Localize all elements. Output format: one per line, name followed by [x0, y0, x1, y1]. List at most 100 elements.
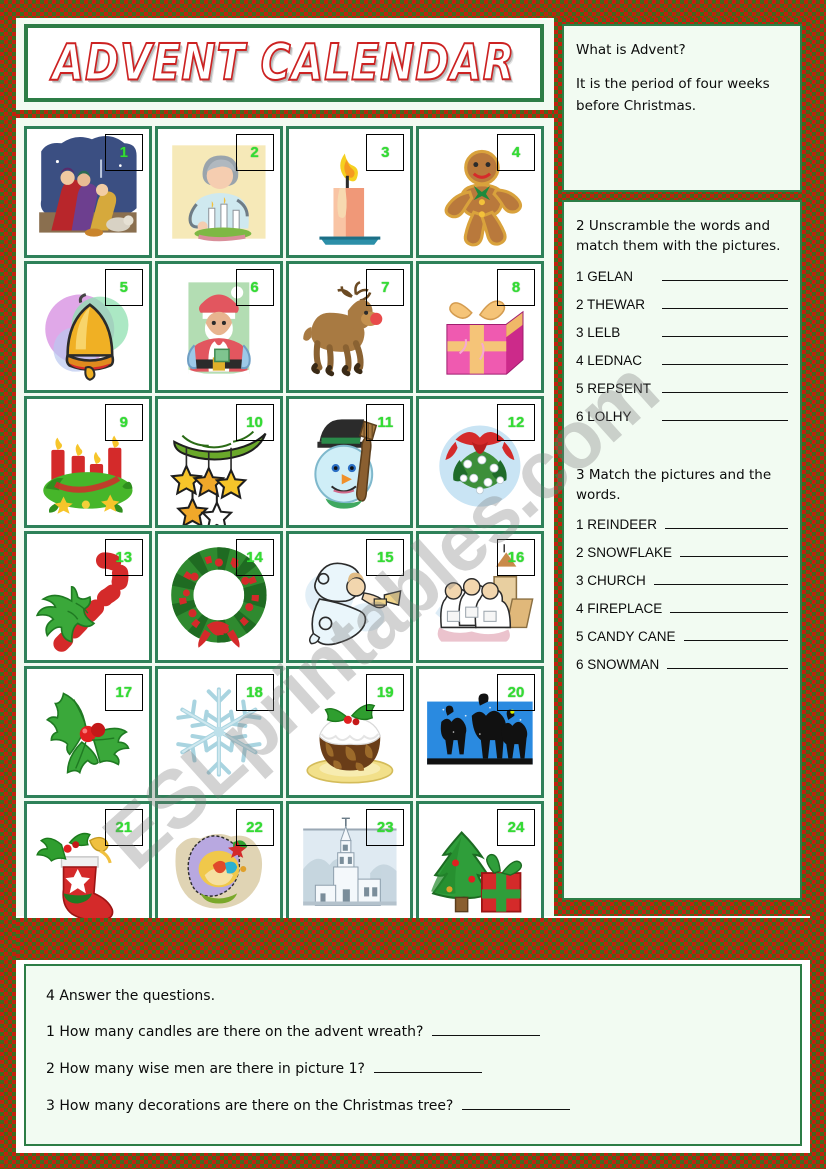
- calendar-cell[interactable]: 20: [416, 666, 544, 798]
- list-item[interactable]: 4 LEDNAC: [576, 351, 788, 368]
- list-item[interactable]: 4 FIREPLACE: [576, 599, 788, 616]
- page-title: ADVENT CALENDAR: [52, 33, 516, 93]
- list-item[interactable]: 2 SNOWFLAKE: [576, 543, 788, 560]
- calendar-cell[interactable]: 4: [416, 126, 544, 258]
- exercise2-answer-blank[interactable]: [662, 379, 788, 393]
- advent-answer: It is the period of four weeks before Ch…: [576, 75, 770, 114]
- calendar-cell[interactable]: 5: [24, 261, 152, 393]
- calendar-column: ADVENT CALENDAR 1 2 3 4 5 6 7 8 9 10 11 …: [16, 18, 554, 933]
- calendar-cell[interactable]: 6: [154, 261, 283, 393]
- cell-number-box: 15: [366, 539, 405, 576]
- cell-number: 4: [511, 144, 521, 161]
- top-area: ADVENT CALENDAR 1 2 3 4 5 6 7 8 9 10 11 …: [16, 18, 810, 933]
- calendar-cell[interactable]: 12: [416, 396, 544, 528]
- list-item[interactable]: 3 LELB: [576, 323, 788, 340]
- exercise2-answer-blank[interactable]: [662, 351, 788, 365]
- calendar-cell[interactable]: 24: [416, 801, 544, 933]
- exercise3-heading: 3 Match the pictures and the words.: [576, 466, 772, 503]
- calendar-cell[interactable]: 22: [154, 801, 283, 933]
- list-item[interactable]: 3 CHURCH: [576, 571, 788, 588]
- cell-number: 10: [246, 414, 263, 431]
- exercise4-answer-blank[interactable]: [373, 1059, 482, 1073]
- list-item[interactable]: 2 How many wise men are there in picture…: [46, 1059, 780, 1077]
- calendar-cell[interactable]: 1: [24, 126, 152, 258]
- cell-number: 5: [119, 279, 128, 296]
- list-item[interactable]: 5 REPSENT: [576, 379, 788, 396]
- exercise2-label: 4 LEDNAC: [576, 352, 643, 368]
- calendar-cell[interactable]: 16: [416, 531, 544, 663]
- list-item[interactable]: 1 How many candles are there on the adve…: [46, 1022, 780, 1040]
- calendar-cell[interactable]: 13: [24, 531, 152, 663]
- cell-number-box: 12: [497, 404, 535, 441]
- cell-number-box: 17: [104, 674, 143, 711]
- cell-number: 18: [246, 684, 263, 701]
- calendar-cell[interactable]: 2: [154, 126, 283, 258]
- title-divider-stripe: [16, 110, 554, 118]
- cell-number-box: 22: [235, 809, 274, 846]
- exercise4-answer-blank[interactable]: [462, 1096, 571, 1110]
- cell-number-box: 11: [366, 404, 405, 441]
- exercise2-label: 5 REPSENT: [576, 380, 652, 396]
- exercise2-label: 3 LELB: [576, 324, 621, 340]
- exercise2-answer-blank[interactable]: [662, 407, 788, 421]
- cell-number-box: 1: [104, 134, 143, 171]
- calendar-cell[interactable]: 10: [154, 396, 283, 528]
- cell-number-box: 14: [235, 539, 274, 576]
- calendar-cell[interactable]: 14: [154, 531, 283, 663]
- exercise3-answer-blank[interactable]: [653, 571, 788, 585]
- calendar-cell[interactable]: 23: [285, 801, 414, 933]
- exercise2-answer-blank[interactable]: [662, 295, 788, 309]
- cell-number-box: 7: [366, 269, 405, 306]
- cell-number-box: 21: [104, 809, 143, 846]
- calendar-cell[interactable]: 3: [285, 126, 414, 258]
- calendar-cell[interactable]: 9: [24, 396, 152, 528]
- exercise3-answer-blank[interactable]: [670, 599, 788, 613]
- worksheet-inner: ESLprintables.com ADVENT CALENDAR 1 2 3 …: [16, 18, 810, 1153]
- calendar-cell[interactable]: 8: [416, 261, 544, 393]
- title-banner: ADVENT CALENDAR: [24, 24, 544, 102]
- exercise2-heading: 2 Unscramble the words and match them wi…: [576, 218, 781, 255]
- cell-number: 13: [115, 549, 133, 566]
- cell-number: 1: [119, 144, 128, 161]
- exercise4-answer-blank[interactable]: [432, 1022, 541, 1036]
- calendar-cell[interactable]: 21: [24, 801, 152, 933]
- list-item[interactable]: 6 SNOWMAN: [576, 655, 788, 672]
- list-item[interactable]: 5 CANDY CANE: [576, 627, 788, 644]
- exercise3-answer-blank[interactable]: [665, 515, 788, 529]
- cell-number: 23: [376, 819, 394, 836]
- exercise4-panel: 4 Answer the questions. 1 How many candl…: [24, 964, 802, 1146]
- calendar-cell[interactable]: 17: [24, 666, 152, 798]
- exercise3-answer-blank[interactable]: [683, 627, 788, 641]
- list-item[interactable]: 1 REINDEER: [576, 515, 788, 532]
- calendar-cell[interactable]: 7: [285, 261, 414, 393]
- cell-number-box: 2: [235, 134, 274, 171]
- calendar-cell[interactable]: 15: [285, 531, 414, 663]
- exercise4-heading: 4 Answer the questions.: [46, 988, 216, 1004]
- cell-number-box: 20: [497, 674, 535, 711]
- cell-number-box: 5: [104, 269, 143, 306]
- exercise3-label: 4 FIREPLACE: [576, 601, 663, 616]
- cell-number: 11: [377, 414, 394, 431]
- cell-number: 6: [250, 279, 259, 296]
- calendar-cell[interactable]: 11: [285, 396, 414, 528]
- advent-definition-panel: What is Advent? It is the period of four…: [562, 24, 802, 192]
- exercise3-list: 1 REINDEER 2 SNOWFLAKE 3 CHURCH 4 FIREPL…: [576, 515, 788, 672]
- list-item[interactable]: 2 THEWAR: [576, 295, 788, 312]
- exercise2-label: 2 THEWAR: [576, 296, 646, 312]
- advent-question: What is Advent?: [576, 42, 686, 58]
- cell-number: 14: [246, 549, 263, 566]
- list-item[interactable]: 6 LOLHY: [576, 407, 788, 424]
- exercise3-answer-blank[interactable]: [667, 655, 788, 669]
- list-item[interactable]: 3 How many decorations are there on the …: [46, 1096, 780, 1114]
- cell-number-box: 6: [235, 269, 274, 306]
- worksheet-page: ESLprintables.com ADVENT CALENDAR 1 2 3 …: [0, 0, 826, 1169]
- exercise2-answer-blank[interactable]: [662, 323, 788, 337]
- exercise3-label: 2 SNOWFLAKE: [576, 545, 673, 560]
- calendar-cell[interactable]: 19: [285, 666, 414, 798]
- exercise2-answer-blank[interactable]: [662, 267, 788, 281]
- exercise3-answer-blank[interactable]: [680, 543, 788, 557]
- list-item[interactable]: 1 GELAN: [576, 267, 788, 284]
- cell-number: 20: [507, 684, 525, 701]
- calendar-cell[interactable]: 18: [154, 666, 283, 798]
- exercise3-label: 6 SNOWMAN: [576, 657, 660, 672]
